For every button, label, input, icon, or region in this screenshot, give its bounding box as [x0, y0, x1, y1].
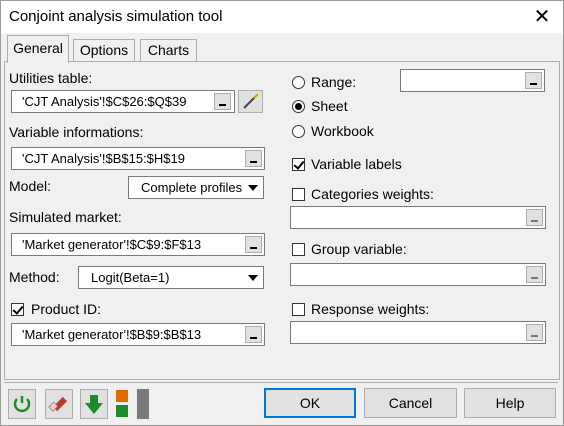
tab-options[interactable]: Options: [73, 39, 135, 61]
response-weights-checkbox[interactable]: [292, 303, 305, 316]
refresh-icon: [13, 396, 31, 413]
close-icon[interactable]: ✕: [529, 4, 555, 30]
simulated-market-value: 'Market generator'!$C$9:$F$13: [22, 237, 202, 252]
variable-informations-field[interactable]: 'CJT Analysis'!$B$15:$H$19: [11, 147, 265, 170]
chevron-down-icon: [244, 178, 262, 197]
method-label: Method:: [9, 269, 60, 285]
footer-separator: [4, 382, 558, 383]
window-title: Conjoint analysis simulation tool: [9, 8, 223, 25]
tab-charts[interactable]: Charts: [140, 39, 197, 61]
range-select-button[interactable]: [525, 72, 542, 89]
variable-informations-value: 'CJT Analysis'!$B$15:$H$19: [22, 151, 185, 166]
method-selected-value: Logit(Beta=1): [91, 270, 170, 285]
eraser-icon: [48, 396, 68, 412]
clear-button[interactable]: [45, 389, 73, 419]
range-select-button[interactable]: [245, 150, 262, 167]
product-id-checkbox[interactable]: [11, 303, 24, 316]
response-weights-field[interactable]: [290, 321, 546, 344]
range-select-button[interactable]: [214, 93, 231, 110]
ok-button[interactable]: OK: [264, 388, 356, 418]
range-label: Range:: [311, 74, 357, 90]
tab-general[interactable]: General: [7, 35, 69, 63]
range-select-button[interactable]: [245, 326, 262, 343]
sheet-radio[interactable]: [292, 100, 305, 113]
product-id-field[interactable]: 'Market generator'!$B$9:$B$13: [11, 323, 265, 346]
down-button[interactable]: [80, 389, 108, 419]
categories-weights-field[interactable]: [290, 206, 546, 229]
magic-wand-icon: [243, 93, 259, 109]
group-variable-checkbox[interactable]: [292, 243, 305, 256]
down-arrow-icon: [85, 395, 103, 414]
simulated-market-label: Simulated market:: [9, 209, 122, 225]
model-selected-value: Complete profiles: [141, 180, 243, 195]
sheet-label: Sheet: [311, 98, 348, 114]
group-variable-label: Group variable:: [311, 241, 407, 257]
range-select-button[interactable]: [526, 266, 543, 283]
model-label: Model:: [9, 178, 52, 194]
product-id-label: Product ID:: [31, 301, 102, 317]
chevron-down-icon: [244, 268, 262, 287]
layout-icon: [116, 390, 128, 417]
tab-strip: General Options Charts: [1, 33, 563, 63]
simulated-market-field[interactable]: 'Market generator'!$C$9:$F$13: [11, 233, 265, 256]
variable-informations-label: Variable informations:: [9, 124, 144, 140]
dialog-window: Conjoint analysis simulation tool ✕ Gene…: [0, 0, 564, 426]
range-field[interactable]: [400, 69, 545, 92]
utilities-table-value: 'CJT Analysis'!$C$26:$Q$39: [22, 94, 187, 109]
range-select-button[interactable]: [245, 236, 262, 253]
method-select[interactable]: Logit(Beta=1): [78, 266, 264, 289]
layout-button[interactable]: [115, 389, 131, 419]
variable-labels-checkbox[interactable]: [292, 158, 305, 171]
model-select[interactable]: Complete profiles: [128, 176, 264, 199]
range-select-button[interactable]: [526, 324, 543, 341]
cancel-button[interactable]: Cancel: [364, 388, 457, 418]
categories-weights-label: Categories weights:: [311, 186, 434, 202]
help-button[interactable]: Help: [464, 388, 556, 418]
scroll-handle[interactable]: [137, 389, 149, 419]
product-id-value: 'Market generator'!$B$9:$B$13: [22, 327, 202, 342]
wand-button[interactable]: [238, 90, 263, 113]
range-radio[interactable]: [292, 76, 305, 89]
workbook-radio[interactable]: [292, 125, 305, 138]
categories-weights-checkbox[interactable]: [292, 188, 305, 201]
utilities-table-field[interactable]: 'CJT Analysis'!$C$26:$Q$39: [11, 90, 235, 113]
workbook-label: Workbook: [311, 123, 374, 139]
group-variable-field[interactable]: [290, 263, 546, 286]
reset-button[interactable]: [8, 389, 36, 419]
utilities-table-label: Utilities table:: [9, 70, 93, 86]
variable-labels-label: Variable labels: [311, 156, 402, 172]
title-bar: Conjoint analysis simulation tool ✕: [1, 1, 563, 33]
range-select-button[interactable]: [526, 209, 543, 226]
response-weights-label: Response weights:: [311, 301, 430, 317]
